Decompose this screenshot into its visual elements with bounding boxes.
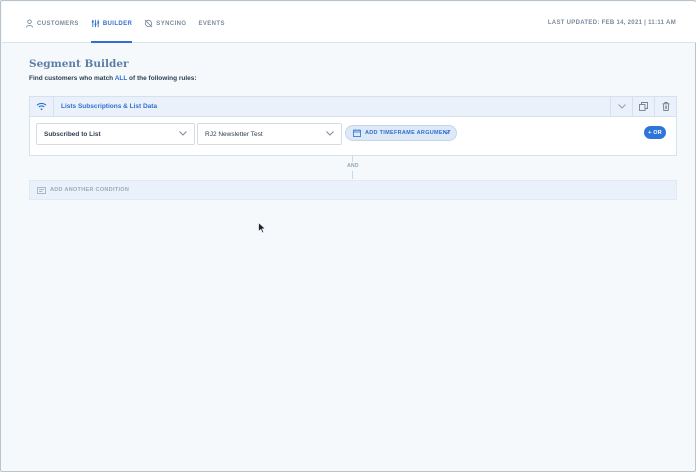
add-condition-icon [37, 186, 46, 194]
trash-icon [662, 102, 669, 111]
and-connector-bottom [352, 171, 353, 179]
chevron-down-icon [326, 131, 334, 136]
tab-customers[interactable]: CUSTOMERS [25, 2, 79, 43]
list-select-value: RJ2 Newsletter Test [205, 130, 263, 138]
add-timeframe-button[interactable]: ADD TIMEFRAME ARGUMENT [345, 125, 457, 141]
app-window: CUSTOMERS BUILDER SYNCING EVENTS LAST UP… [0, 0, 696, 472]
tab-syncing-label: SYNCING [156, 20, 187, 27]
and-label: AND [347, 163, 359, 169]
person-icon [25, 19, 34, 28]
main-nav: CUSTOMERS BUILDER SYNCING EVENTS [25, 2, 237, 43]
add-or-button[interactable]: + OR [644, 126, 666, 139]
condition-select-value: Subscribed to List [44, 130, 101, 138]
tab-syncing[interactable]: SYNCING [144, 2, 186, 43]
match-all-link[interactable]: ALL [115, 75, 128, 82]
tab-events-label: EVENTS [198, 20, 225, 27]
add-another-condition-button[interactable]: ADD ANOTHER CONDITION [29, 180, 677, 200]
last-updated-text: LAST UPDATED: FEB 14, 2021 | 11:11 AM [547, 19, 676, 26]
builder-icon [91, 19, 99, 28]
tab-customers-label: CUSTOMERS [37, 20, 79, 27]
mouse-cursor-icon [258, 222, 267, 234]
tab-events[interactable]: EVENTS [198, 2, 224, 43]
tab-builder-label: BUILDER [102, 20, 133, 27]
subtitle-suffix: of the following rules: [127, 75, 197, 82]
delete-button[interactable] [654, 97, 676, 116]
top-nav-bar: CUSTOMERS BUILDER SYNCING EVENTS LAST UP… [2, 2, 696, 43]
page-subtitle: Find customers who match ALL of the foll… [29, 75, 197, 82]
calendar-icon [353, 129, 361, 137]
collapse-button[interactable] [610, 97, 632, 116]
copy-icon [639, 102, 648, 111]
subtitle-prefix: Find customers who match [29, 75, 115, 82]
condition-select[interactable]: Subscribed to List [36, 123, 195, 145]
page-title: Segment Builder [29, 58, 129, 70]
add-another-condition-label: ADD ANOTHER CONDITION [50, 187, 130, 193]
chevron-down-icon [179, 131, 187, 136]
duplicate-button[interactable] [632, 97, 654, 116]
sync-off-icon [144, 19, 153, 28]
chevron-down-icon [617, 104, 626, 109]
tab-builder[interactable]: BUILDER [90, 2, 133, 43]
add-timeframe-label: ADD TIMEFRAME ARGUMENT [365, 130, 451, 136]
rule-type-icon-box [30, 97, 54, 116]
list-select[interactable]: RJ2 Newsletter Test [197, 123, 342, 145]
and-connector-top [352, 156, 353, 162]
wifi-icon [36, 102, 47, 111]
rule-title: Lists Subscriptions & List Data [61, 103, 158, 110]
chevron-down-icon [443, 130, 450, 135]
rule-header: Lists Subscriptions & List Data [30, 97, 676, 117]
